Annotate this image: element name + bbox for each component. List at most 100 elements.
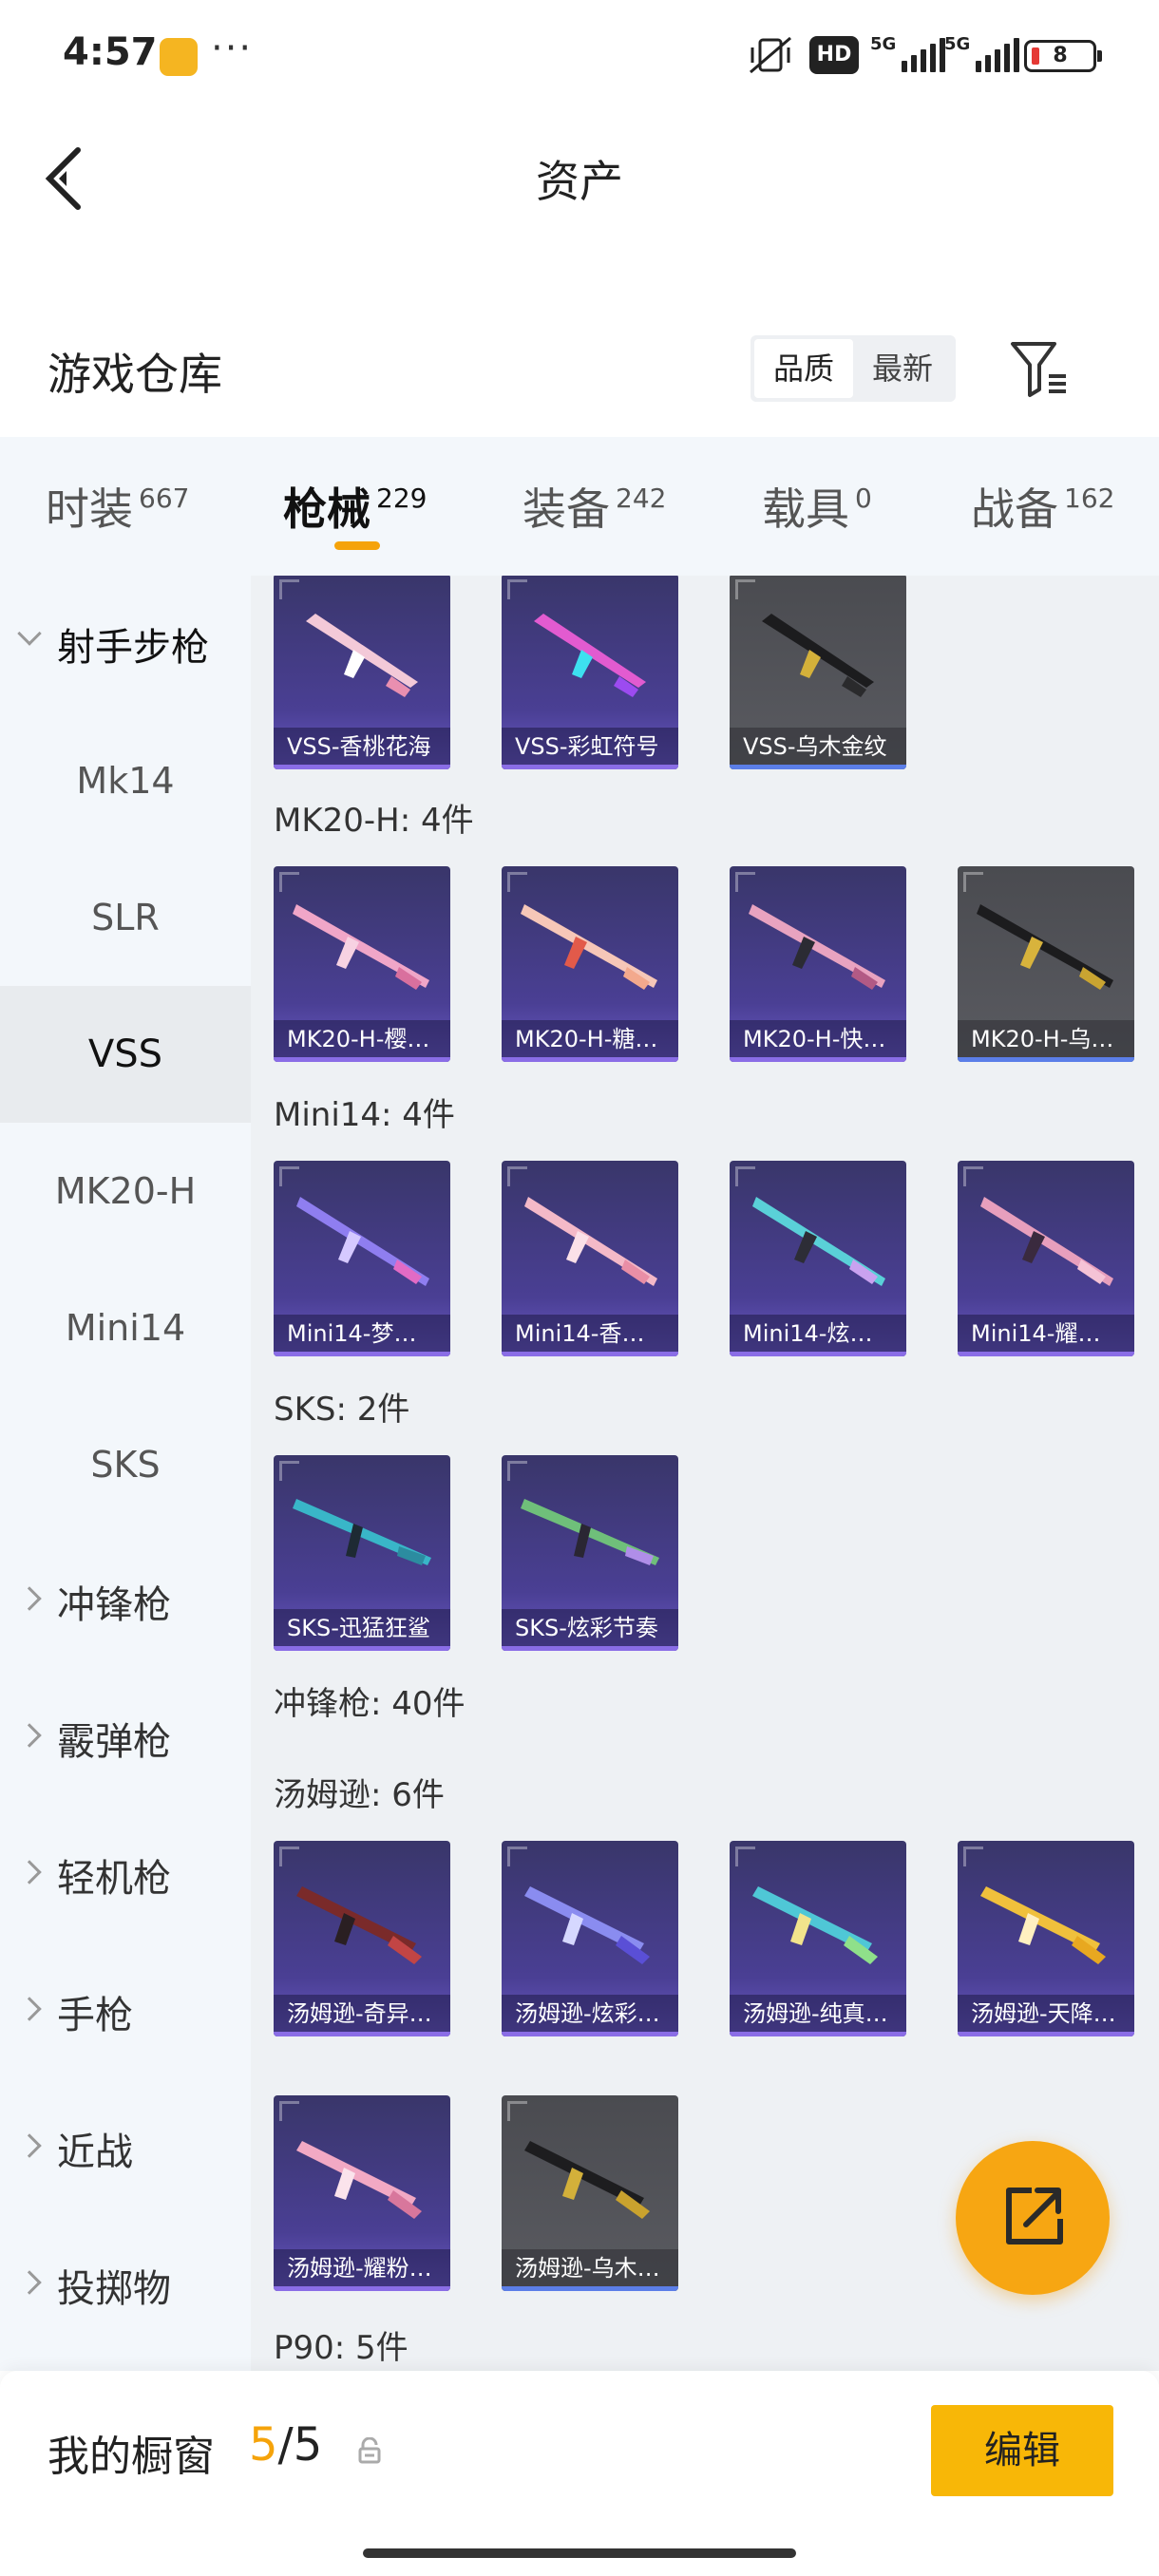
home-indicator[interactable] [363, 2548, 796, 2558]
smg-skin-icon [524, 2141, 650, 2219]
rifle-skin-icon [306, 614, 418, 697]
item-name: MK20-H-乌… [958, 1020, 1134, 1062]
rifle-skin-icon [762, 614, 874, 697]
smg-skin-icon [980, 1886, 1106, 1964]
smg-skin-icon [524, 1886, 650, 1964]
status-bar: 4:57 ··· HD 5G 5G 8 [0, 0, 1159, 114]
rifle-skin-icon [521, 1499, 659, 1565]
item-card[interactable]: 汤姆逊-乌木… [502, 2095, 678, 2291]
sidebar-item-label: 射手步枪 [57, 626, 209, 670]
showcase-label: 我的橱窗 [48, 2433, 215, 2481]
tab-vehicles[interactable]: 载具 0 [762, 475, 872, 538]
item-card[interactable]: 汤姆逊-纯真… [730, 1841, 906, 2036]
item-card[interactable]: VSS-香桃花海 [274, 576, 450, 769]
sidebar-item-mk14[interactable]: Mk14 [0, 712, 251, 849]
item-card[interactable]: MK20-H-樱… [274, 866, 450, 1062]
sidebar-item-label: 霰弹枪 [57, 1720, 171, 1764]
sidebar-item-label: 手枪 [57, 1994, 133, 2037]
sidebar-category-shotgun[interactable]: 霰弹枪 [0, 1670, 251, 1807]
sidebar-item-label: 投掷物 [57, 2267, 171, 2311]
item-name: 汤姆逊-纯真… [730, 1995, 906, 2036]
rifle-skin-icon [296, 1197, 429, 1286]
sidebar-item-label: 轻机枪 [57, 1857, 171, 1901]
sidebar-category-smg[interactable]: 冲锋枪 [0, 1533, 251, 1670]
item-card[interactable]: 汤姆逊-奇异… [274, 1841, 450, 2036]
sort-newest-button[interactable]: 最新 [853, 339, 952, 398]
section-sks: SKS: 2件 [274, 1391, 410, 1429]
showcase-count: 5/5 [249, 2418, 322, 2472]
tab-label: 载具 [762, 483, 849, 535]
item-name: SKS-迅猛狂鲨 [274, 1609, 450, 1651]
sidebar-item-mini14[interactable]: Mini14 [0, 1260, 251, 1396]
rifle-skin-icon [524, 1197, 657, 1286]
chevron-right-icon [17, 2133, 42, 2158]
sidebar-item-vss[interactable]: VSS [0, 986, 251, 1123]
showcase-count-separator: / [277, 2418, 294, 2472]
section-mini14: Mini14: 4件 [274, 1096, 455, 1134]
tab-label: 枪械 [283, 483, 370, 535]
item-card[interactable]: VSS-彩虹符号 [502, 576, 678, 769]
sidebar-item-mk20h[interactable]: MK20-H [0, 1123, 251, 1260]
item-name: 汤姆逊-天降… [958, 1995, 1134, 2036]
sidebar-category-marksman[interactable]: 射手步枪 [0, 576, 251, 712]
item-card[interactable]: VSS-乌木金纹 [730, 576, 906, 769]
item-card[interactable]: Mini14-梦幻… [274, 1161, 450, 1356]
active-tab-indicator [334, 541, 380, 550]
item-name: 汤姆逊-乌木… [502, 2249, 678, 2291]
more-notifications-icon: ··· [211, 27, 254, 70]
signal-1-icon: 5G [870, 34, 946, 72]
edit-button[interactable]: 编辑 [931, 2405, 1113, 2496]
item-card[interactable]: 汤姆逊-炫彩… [502, 1841, 678, 2036]
tab-equipment[interactable]: 装备 242 [522, 475, 666, 538]
smg-skin-icon [296, 2141, 422, 2219]
item-grid: VSS-香桃花海 VSS-彩虹符号 VSS-乌木金纹 MK20-H: 4件 MK… [251, 576, 1159, 2371]
item-card[interactable]: 汤姆逊-天降… [958, 1841, 1134, 2036]
item-card[interactable]: MK20-H-快… [730, 866, 906, 1062]
sidebar-item-sks[interactable]: SKS [0, 1396, 251, 1533]
item-card[interactable]: SKS-炫彩节奏 [502, 1455, 678, 1651]
lock-icon [358, 2437, 381, 2464]
item-name: Mini14-耀粉… [958, 1315, 1134, 1356]
tab-combat-gear[interactable]: 战备 162 [971, 475, 1114, 538]
status-time: 4:57 [63, 30, 158, 74]
sidebar-category-pistol[interactable]: 手枪 [0, 1943, 251, 2080]
category-tabs: 时装 667 枪械 229 装备 242 载具 0 战备 162 [0, 437, 1159, 576]
tab-firearms[interactable]: 枪械 229 [283, 475, 427, 538]
item-name: Mini14-炫彩… [730, 1315, 906, 1356]
sidebar-item-label: 冲锋枪 [57, 1583, 171, 1627]
sort-quality-button[interactable]: 品质 [754, 339, 853, 398]
vibrate-mute-icon [750, 36, 791, 74]
tab-label: 战备 [971, 483, 1058, 535]
filter-icon[interactable] [1007, 338, 1074, 401]
item-name: Mini14-梦幻… [274, 1315, 450, 1356]
sidebar-item-label: 近战 [57, 2131, 133, 2174]
rifle-skin-icon [752, 1197, 885, 1286]
item-card[interactable]: Mini14-香桃… [502, 1161, 678, 1356]
sidebar-item-slr[interactable]: SLR [0, 849, 251, 986]
item-card[interactable]: MK20-H-乌… [958, 866, 1134, 1062]
item-name: VSS-乌木金纹 [730, 728, 906, 769]
page-title: 资产 [536, 156, 623, 207]
rifle-skin-icon [977, 904, 1113, 990]
item-card[interactable]: Mini14-炫彩… [730, 1161, 906, 1356]
rifle-skin-icon [980, 1197, 1113, 1286]
sidebar: 射手步枪 Mk14 SLR VSS MK20-H Mini14 SKS 冲锋枪 … [0, 576, 251, 2371]
section-p90: P90: 5件 [274, 2329, 408, 2367]
smg-skin-icon [296, 1886, 422, 1964]
sidebar-category-lmg[interactable]: 轻机枪 [0, 1807, 251, 1943]
sidebar-category-melee[interactable]: 近战 [0, 2080, 251, 2217]
tab-fashion[interactable]: 时装 667 [46, 475, 189, 538]
sidebar-category-throwables[interactable]: 投掷物 [0, 2217, 251, 2354]
tab-count: 0 [855, 483, 872, 514]
item-card[interactable]: Mini14-耀粉… [958, 1161, 1134, 1356]
share-fab-button[interactable] [956, 2141, 1110, 2295]
notification-app-icon [160, 38, 198, 76]
showcase-count-active: 5 [249, 2418, 278, 2472]
item-card[interactable]: MK20-H-糖… [502, 866, 678, 1062]
showcase-count-total: 5 [293, 2418, 323, 2472]
item-card[interactable]: 汤姆逊-耀粉… [274, 2095, 450, 2291]
rifle-skin-icon [293, 1499, 431, 1565]
item-name: 汤姆逊-耀粉… [274, 2249, 450, 2291]
tab-count: 667 [139, 483, 190, 514]
item-card[interactable]: SKS-迅猛狂鲨 [274, 1455, 450, 1651]
